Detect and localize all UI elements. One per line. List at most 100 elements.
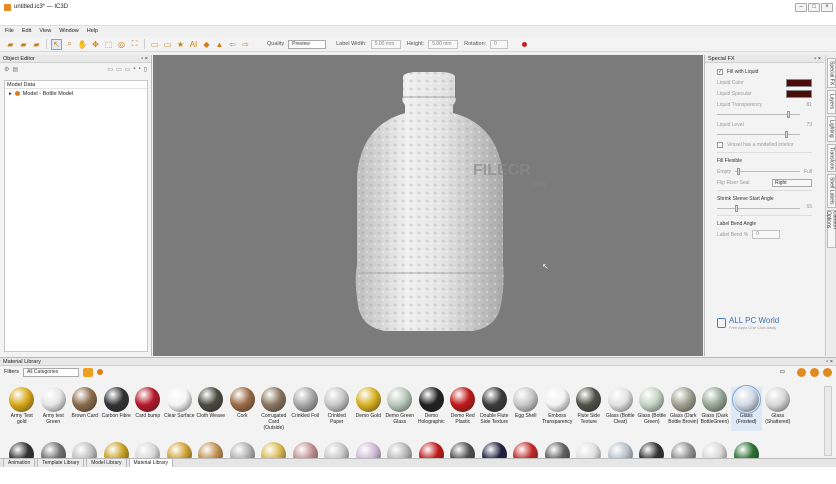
material-item[interactable]: Glass (Frosted)	[730, 385, 762, 431]
label-width-input[interactable]: 5.00 mm	[370, 39, 401, 49]
favorite-icon[interactable]	[96, 369, 103, 375]
flip-riser-select[interactable]: Right	[772, 178, 812, 187]
material-item[interactable]: Clear Surface	[164, 387, 196, 431]
liquid-color-swatch[interactable]	[786, 78, 812, 87]
material-item[interactable]: Glass (Dark BottleGreen)	[699, 387, 731, 431]
material-item[interactable]: Double Flute Side Texture	[479, 387, 511, 431]
new-file-icon[interactable]: ▰	[5, 39, 16, 50]
slider-thumb[interactable]	[785, 131, 788, 138]
filter-apply-icon[interactable]	[82, 367, 93, 377]
rotate-tool-icon[interactable]: ◎	[116, 39, 127, 50]
menu-view[interactable]: View	[39, 28, 51, 34]
panel-close-icon[interactable]: ▫ ×	[814, 56, 821, 62]
fill-liquid-checkbox[interactable]: ✓	[717, 68, 723, 75]
record-icon[interactable]	[522, 41, 528, 47]
hide-icon[interactable]: ▪	[139, 66, 141, 72]
category-select[interactable]: All Categories	[22, 367, 79, 377]
rotation-input[interactable]: 0	[490, 39, 509, 49]
render-icon[interactable]: ▭	[162, 39, 173, 50]
delete-icon[interactable]: ▯	[144, 66, 147, 73]
side-tab-lighting[interactable]: Lighting	[827, 116, 836, 142]
material-item[interactable]: Demo Red Plastic	[447, 387, 479, 431]
material-item[interactable]: Corrugated Card (Outside)	[258, 387, 290, 431]
menu-file[interactable]: File	[5, 28, 14, 34]
material-item[interactable]: Glass (Shattered)	[762, 387, 794, 431]
liquid-level-slider[interactable]	[717, 130, 812, 139]
layers-icon[interactable]: ▤	[12, 66, 18, 73]
material-item[interactable]: Flute Side Texture	[573, 387, 605, 431]
allpc-logo	[717, 318, 726, 328]
add-object-icon[interactable]: ▭	[107, 66, 113, 73]
material-item[interactable]: Demo Gold	[353, 387, 385, 431]
material-item[interactable]: Crinkled Foil	[290, 387, 322, 431]
side-tab-special-fx[interactable]: Special FX	[827, 58, 836, 88]
import-icon[interactable]: ▭	[780, 369, 785, 375]
material-tool-2-icon[interactable]	[810, 367, 819, 377]
label-bend-input[interactable]: 0	[752, 230, 781, 239]
photoshop-icon[interactable]: ◆	[201, 39, 212, 50]
material-item[interactable]: Emboss Transparency	[542, 387, 574, 431]
material-item[interactable]: Demo Holographic	[416, 387, 448, 431]
material-item[interactable]: Army test Green	[38, 387, 70, 431]
material-scrollbar[interactable]	[824, 386, 832, 456]
panel-close-icon[interactable]: ▫ ×	[826, 359, 833, 365]
material-tool-3-icon[interactable]	[823, 367, 832, 377]
3d-viewport[interactable]: FILECR .com ↖	[153, 55, 703, 356]
pan-tool-icon[interactable]: ✋	[77, 39, 88, 50]
side-tab-layers[interactable]: Layers	[827, 90, 836, 114]
material-item[interactable]: Glass (Bottle Green)	[636, 387, 668, 431]
menu-edit[interactable]: Edit	[22, 28, 31, 34]
move-tool-icon[interactable]: ✥	[90, 39, 101, 50]
label-bend-pct-label: Label Bend %	[717, 231, 749, 238]
material-item[interactable]: Cork	[227, 387, 259, 431]
material-item[interactable]: Crinkled Paper	[321, 387, 353, 431]
group-icon[interactable]: ▭	[125, 66, 131, 73]
side-tab-transform[interactable]: Transform	[827, 144, 836, 172]
material-item[interactable]: Glass (Dark Bottle Brown)	[668, 387, 700, 431]
liquid-color-label: Liquid Color	[717, 79, 744, 86]
material-item[interactable]: Card bump	[132, 387, 164, 431]
open-folder-icon[interactable]: ▰	[18, 39, 29, 50]
shrink-sleeve-slider[interactable]: 65	[717, 204, 812, 213]
zoom-tool-icon[interactable]: ⌕	[64, 39, 75, 50]
material-item[interactable]: Army Test gold	[6, 387, 38, 431]
quality-select[interactable]: Preview	[288, 39, 327, 49]
height-input[interactable]: 5.00 mm	[428, 39, 459, 49]
fill-flexible-slider[interactable]	[735, 167, 800, 176]
vessel-interior-checkbox[interactable]	[717, 141, 723, 148]
menu-help[interactable]: Help	[87, 28, 98, 34]
maximize-icon[interactable]: □	[808, 3, 820, 12]
settings-icon[interactable]: ⚙	[4, 66, 9, 73]
redo-icon[interactable]: ⇨	[240, 39, 251, 50]
duplicate-icon[interactable]: ▭	[116, 66, 122, 73]
material-item[interactable]: Cloth Weave	[195, 387, 227, 431]
fit-view-icon[interactable]: ⛶	[129, 39, 140, 50]
slider-thumb[interactable]	[787, 111, 790, 118]
save-icon[interactable]: ▰	[31, 39, 42, 50]
material-item[interactable]: Brown Card	[69, 387, 101, 431]
minimize-icon[interactable]: –	[795, 3, 807, 12]
fill-liquid-row[interactable]: ✓ Fill with Liquid	[717, 66, 812, 77]
star-icon[interactable]: ★	[175, 39, 186, 50]
ai-icon[interactable]: AI	[188, 39, 199, 50]
undo-icon[interactable]: ⇦	[227, 39, 238, 50]
export-icon[interactable]: ▲	[214, 39, 225, 50]
side-tab-cartoon-options[interactable]: Cartoon Options	[826, 210, 836, 248]
close-icon[interactable]: ×	[821, 3, 833, 12]
material-item[interactable]: Glass (Bottle Clear)	[605, 387, 637, 431]
lock-icon[interactable]: ▪	[133, 66, 135, 72]
material-item[interactable]: Egg Shell	[510, 387, 542, 431]
select-tool-icon[interactable]: ↖	[51, 38, 62, 50]
material-tool-1-icon[interactable]	[797, 367, 806, 377]
expand-arrow-icon[interactable]: ▸	[9, 91, 12, 97]
camera-icon[interactable]: ▭	[149, 39, 160, 50]
tree-item-bottle-model[interactable]: ▸ Model - Bottle Model	[5, 89, 147, 98]
side-tab-shelf-labels[interactable]: Shelf Labels	[827, 174, 836, 208]
liquid-specular-swatch[interactable]	[786, 89, 812, 98]
menu-window[interactable]: Window	[59, 28, 79, 34]
material-item[interactable]: Demo Green Glass	[384, 387, 416, 431]
panel-close-icon[interactable]: ▫ ×	[141, 56, 148, 62]
liquid-transparency-slider[interactable]	[717, 110, 812, 119]
material-item[interactable]: Carbon Fibre	[101, 387, 133, 431]
scale-tool-icon[interactable]: ⬚	[103, 39, 114, 50]
